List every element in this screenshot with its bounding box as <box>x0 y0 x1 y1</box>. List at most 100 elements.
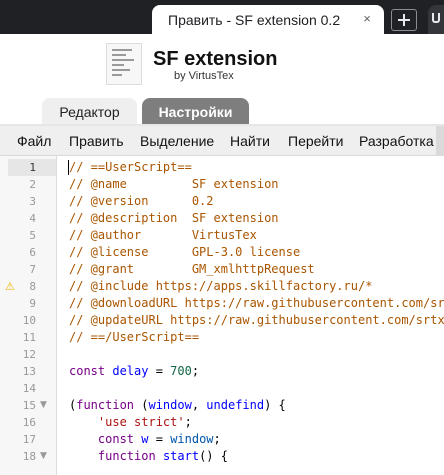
code-line[interactable]: 15 ▼ (function (window, undefind) { <box>0 397 444 414</box>
menu-find[interactable]: Найти <box>230 133 270 149</box>
code-token: ; <box>191 364 200 378</box>
browser-tab-title: Править - SF extension 0.2 <box>168 12 341 28</box>
script-title: SF extension <box>153 48 278 70</box>
code-token: // @version 0.2 <box>69 194 214 208</box>
code-text: function start() { <box>69 449 228 463</box>
code-token: undefind <box>206 398 265 412</box>
code-line[interactable]: 6 // @license GPL-3.0 license <box>0 244 444 261</box>
tab-settings[interactable]: Настройки <box>142 98 249 126</box>
code-text: // ==UserScript== <box>69 160 192 174</box>
menubar-scroll-edge <box>436 126 444 156</box>
code-token: // @name SF extension <box>69 177 279 191</box>
browser-tab-next[interactable] <box>428 5 444 34</box>
code-line[interactable]: 5 // @author VirtusTex <box>0 227 444 244</box>
menu-edit[interactable]: Править <box>69 133 124 149</box>
code-text: // ==/UserScript== <box>69 330 199 344</box>
code-line[interactable]: 10 // @updateURL https://raw.githubuserco… <box>0 312 444 329</box>
code-line[interactable]: 7 // @grant GM_xmlhttpRequest <box>0 261 444 278</box>
code-token: , <box>191 398 207 412</box>
code-text: const w = window; <box>69 432 221 446</box>
plus-square-icon[interactable] <box>391 9 417 31</box>
code-line[interactable]: 14 <box>0 380 444 397</box>
menu-goto[interactable]: Перейти <box>288 133 343 149</box>
code-text: // @version 0.2 <box>69 194 214 208</box>
code-line[interactable]: 11 // ==/UserScript== <box>0 329 444 346</box>
line-number: 7 <box>29 263 36 276</box>
code-text: // @author VirtusTex <box>69 228 257 242</box>
code-line[interactable]: 2 // @name SF extension <box>0 176 444 193</box>
line-number: 8 <box>29 280 36 293</box>
code-text: const delay = 700; <box>69 364 199 378</box>
code-editor[interactable]: 1 // ==UserScript== 2 // @name SF extension… <box>0 156 444 475</box>
code-token: const <box>69 364 113 378</box>
browser-tab-strip: Править - SF extension 0.2 × <box>0 0 444 34</box>
text-cursor <box>68 160 69 175</box>
code-text: // @include https://apps.skillfactory.ru… <box>69 279 372 293</box>
line-number: 16 <box>22 416 36 429</box>
code-line[interactable]: 4 // @description SF extension <box>0 210 444 227</box>
code-text: // @description SF extension <box>69 211 279 225</box>
code-line[interactable]: 9 // @downloadURL https://raw.githubuserc… <box>0 295 444 312</box>
code-line[interactable]: 12 <box>0 346 444 363</box>
code-token: // @include https://apps.skillfactory.ru… <box>69 279 373 293</box>
code-line[interactable]: 16 'use strict'; <box>0 414 444 431</box>
line-number: 13 <box>22 365 36 378</box>
line-number: 10 <box>22 314 36 327</box>
code-line[interactable]: 1 // ==UserScript== <box>0 159 444 176</box>
code-line[interactable]: ⚠ 8// @include https://apps.skillfactory.… <box>0 278 444 295</box>
menu-file[interactable]: Файл <box>17 133 51 149</box>
code-text: // @name SF extension <box>69 177 279 191</box>
code-line[interactable]: 13 const delay = 700; <box>0 363 444 380</box>
line-number: 17 <box>22 433 36 446</box>
code-text: // @license GPL-3.0 license <box>69 245 300 259</box>
script-logo <box>106 43 142 85</box>
code-token: window <box>170 432 214 446</box>
code-token: // @license GPL-3.0 license <box>69 245 301 259</box>
line-number: 12 <box>22 348 36 361</box>
line-number: 2 <box>29 178 36 191</box>
code-text: 'use strict'; <box>69 415 192 429</box>
browser-tab[interactable]: Править - SF extension 0.2 × <box>152 5 384 34</box>
line-number: 3 <box>29 195 36 208</box>
code-token: ) { <box>264 398 286 412</box>
code-token: function <box>76 398 135 412</box>
editor-menubar: Файл Править Выделение Найти Перейти Раз… <box>0 126 444 156</box>
code-token: w <box>141 432 149 446</box>
menu-develop[interactable]: Разработка <box>359 133 434 149</box>
code-token: // @grant GM_xmlhttpRequest <box>69 262 315 276</box>
code-token: ; <box>213 432 221 446</box>
code-token: // @updateURL https://raw.githubusercont… <box>69 313 444 327</box>
line-number: 9 <box>29 297 36 310</box>
line-number: 6 <box>29 246 36 259</box>
code-token: // @downloadURL https://raw.githubuserco… <box>69 296 444 310</box>
line-number: 11 <box>22 331 36 344</box>
fold-arrow-icon[interactable]: ▼ <box>40 400 47 410</box>
code-token: 700 <box>170 364 192 378</box>
code-token: // ==/UserScript== <box>69 330 200 344</box>
line-number: 4 <box>29 212 36 225</box>
menu-selection[interactable]: Выделение <box>140 133 214 149</box>
line-number: 15 <box>22 399 36 412</box>
code-token: = <box>148 432 171 446</box>
script-author: by VirtusTex <box>174 70 234 82</box>
code-text: (function (window, undefind) { <box>69 398 286 412</box>
code-token: = <box>148 364 171 378</box>
code-token: start <box>162 449 200 463</box>
fold-arrow-icon[interactable]: ▼ <box>40 451 47 461</box>
code-line[interactable]: 18 ▼ function start() { <box>0 448 444 465</box>
code-text: // @downloadURL https://raw.githubuserco… <box>69 296 444 310</box>
code-token: 'use strict' <box>97 415 185 429</box>
line-number: 18 <box>22 450 36 463</box>
code-token: delay <box>112 364 149 378</box>
code-line[interactable]: 17 const w = window; <box>0 431 444 448</box>
code-token: function <box>97 449 163 463</box>
code-line[interactable]: 3 // @version 0.2 <box>0 193 444 210</box>
close-icon[interactable]: × <box>360 11 374 27</box>
tab-favicon-icon <box>432 13 440 23</box>
tab-editor[interactable]: Редактор <box>42 98 137 126</box>
line-number: 5 <box>29 229 36 242</box>
code-text: // @updateURL https://raw.githubusercont… <box>69 313 444 327</box>
code-token: window <box>148 398 192 412</box>
